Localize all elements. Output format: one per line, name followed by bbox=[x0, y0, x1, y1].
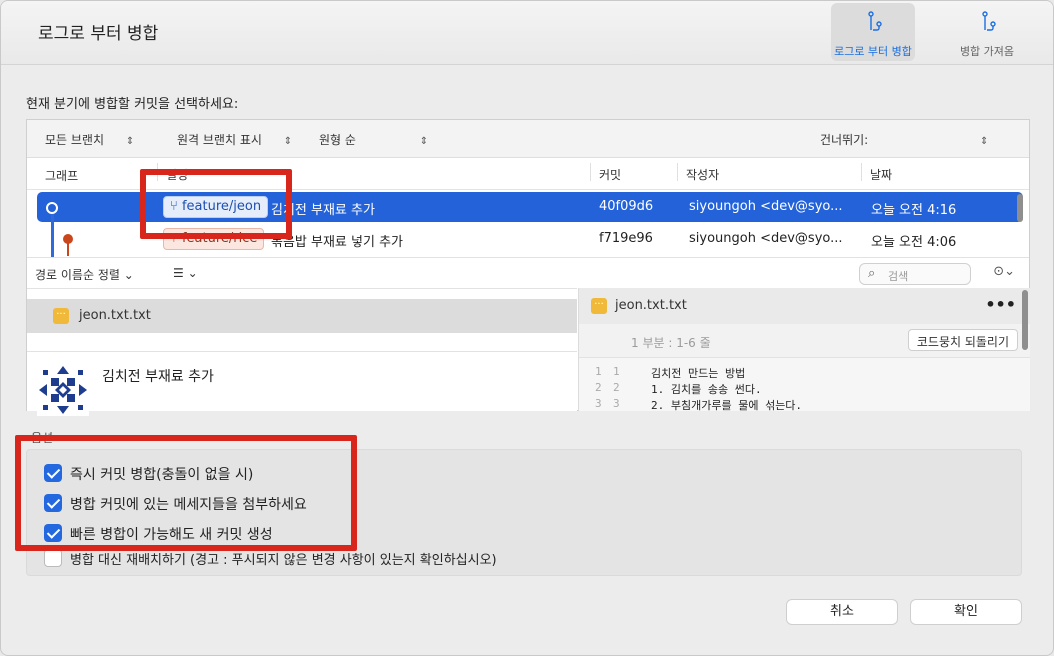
commit-message: 볶음밥 부재료 넣기 추가 bbox=[271, 235, 403, 250]
diff-scrollbar[interactable] bbox=[1022, 290, 1028, 350]
file-list: ··· jeon.txt.txt 김치전 부재료 추가 bbox=[27, 288, 577, 416]
code-line: 3 3 2. 부침개가루를 물에 섞는다. bbox=[579, 396, 1030, 411]
chevron-down-icon: ⌄ bbox=[187, 266, 198, 280]
filter-bar: 모든 브랜치 ⇕ 원격 브랜치 표시 ⇕ 원형 순 ⇕ 건너뛰기: ⇕ bbox=[27, 120, 1029, 158]
code-text: 1. 김치를 송송 썬다. bbox=[651, 383, 762, 396]
chevron-down-icon: ⌄ bbox=[123, 268, 134, 282]
tab-merge-fetch-label: 병합 가져옴 bbox=[959, 45, 1015, 58]
commit-date: 오늘 오전 4:06 bbox=[871, 235, 957, 250]
commit-detail-message: 김치전 부재료 추가 bbox=[102, 369, 214, 385]
search-input[interactable]: ⌕ 검색 bbox=[859, 263, 971, 285]
code-line: 2 2 1. 김치를 송송 썬다. bbox=[579, 380, 1030, 396]
skip-label: 건너뛰기: bbox=[820, 133, 869, 147]
commit-hash: 40f09d6 bbox=[599, 199, 654, 214]
col-graph[interactable]: 그래프 bbox=[45, 167, 78, 184]
chevron-updown-icon: ⇕ bbox=[283, 136, 293, 147]
highlight-box-options bbox=[15, 435, 357, 551]
avatar bbox=[37, 364, 89, 416]
new-line-number: 2 bbox=[613, 381, 620, 394]
more-options-button[interactable]: ⊙⌄ bbox=[993, 264, 1015, 279]
file-modified-icon: ··· bbox=[53, 308, 69, 324]
option-label: 병합 대신 재배치하기 (경고 : 푸시되지 않은 변경 사항이 있는지 확인하… bbox=[70, 553, 497, 568]
commit-author: siyoungoh <dev@syo... bbox=[689, 199, 843, 214]
all-branches-label: 모든 브랜치 bbox=[45, 133, 105, 147]
show-remote-label: 원격 브랜치 표시 bbox=[177, 133, 262, 147]
col-commit[interactable]: 커밋 bbox=[590, 163, 621, 182]
ellipsis-circle-icon: ⊙⌄ bbox=[993, 264, 1015, 279]
merge-log-icon bbox=[868, 11, 882, 31]
tab-merge-from-log[interactable]: 로그로 부터 병합 bbox=[831, 3, 915, 61]
diff-pane: ··· jeon.txt.txt ••• 1 부분 : 1-6 줄 코드뭉치 되… bbox=[578, 288, 1030, 411]
old-line-number: 3 bbox=[595, 397, 602, 410]
tab-merge-from-log-label: 로그로 부터 병합 bbox=[834, 45, 912, 58]
new-line-number: 1 bbox=[613, 365, 620, 378]
list-view-button[interactable]: ☰ ⌄ bbox=[173, 266, 198, 280]
commit-list-scrollbar[interactable] bbox=[1017, 194, 1023, 222]
sort-bar: 경로 이름순 정렬 ⌄ ☰ ⌄ ⌕ 검색 ⊙⌄ bbox=[27, 257, 1029, 287]
list-icon: ☰ bbox=[173, 266, 184, 280]
file-modified-icon: ··· bbox=[591, 298, 607, 314]
order-label: 원형 순 bbox=[319, 133, 356, 147]
graph-node bbox=[46, 202, 58, 214]
chevron-updown-icon: ⇕ bbox=[980, 136, 989, 147]
commit-panel: 모든 브랜치 ⇕ 원격 브랜치 표시 ⇕ 원형 순 ⇕ 건너뛰기: ⇕ 그래프 … bbox=[26, 119, 1030, 416]
col-author[interactable]: 작성자 bbox=[677, 163, 719, 182]
cancel-button[interactable]: 취소 bbox=[786, 599, 898, 625]
chevron-updown-icon: ⇕ bbox=[419, 136, 429, 147]
order-select[interactable]: 원형 순 ⇕ bbox=[319, 131, 428, 148]
merge-dialog: 로그로 부터 병합 로그로 부터 병합 병합 가져옴 현재 분기에 병합할 커밋… bbox=[0, 0, 1054, 656]
revert-hunk-button[interactable]: 코드뭉치 되돌리기 bbox=[907, 329, 1018, 351]
file-item[interactable]: ··· jeon.txt.txt bbox=[27, 299, 577, 333]
commit-author: siyoungoh <dev@syo... bbox=[689, 231, 843, 246]
old-line-number: 2 bbox=[595, 381, 602, 394]
ok-button[interactable]: 확인 bbox=[910, 599, 1022, 625]
diff-header: ··· jeon.txt.txt ••• bbox=[579, 288, 1030, 324]
highlight-box-branch bbox=[140, 169, 292, 239]
code-line: 1 1 김치전 만드는 방법 bbox=[579, 364, 1030, 380]
old-line-number: 1 bbox=[595, 365, 602, 378]
code-text: 2. 부침개가루를 물에 섞는다. bbox=[651, 399, 803, 411]
commit-message: 김치전 부재료 추가 bbox=[271, 203, 375, 218]
show-remote-select[interactable]: 원격 브랜치 표시 ⇕ bbox=[177, 131, 292, 148]
title-bar: 로그로 부터 병합 로그로 부터 병합 병합 가져옴 bbox=[1, 1, 1053, 65]
search-placeholder: 검색 bbox=[888, 270, 909, 283]
commit-info: 김치전 부재료 추가 bbox=[27, 351, 577, 416]
col-date[interactable]: 날짜 bbox=[861, 163, 892, 182]
checkbox[interactable] bbox=[44, 549, 62, 567]
graph-branch-line bbox=[67, 242, 69, 256]
file-name: jeon.txt.txt bbox=[79, 308, 151, 323]
merge-fetch-icon bbox=[982, 11, 996, 31]
commit-hash: f719e96 bbox=[599, 231, 653, 246]
tab-merge-fetch[interactable]: 병합 가져옴 bbox=[945, 3, 1029, 61]
search-icon: ⌕ bbox=[868, 266, 876, 281]
new-line-number: 3 bbox=[613, 397, 620, 410]
code-text: 김치전 만드는 방법 bbox=[651, 367, 746, 380]
hunk-label: 1 부분 : 1-6 줄 bbox=[631, 336, 711, 350]
sort-select[interactable]: 경로 이름순 정렬 ⌄ bbox=[35, 266, 134, 283]
graph-node bbox=[63, 234, 73, 244]
hunk-header: 1 부분 : 1-6 줄 코드뭉치 되돌리기 bbox=[579, 324, 1030, 358]
window-title: 로그로 부터 병합 bbox=[38, 24, 159, 44]
all-branches-select[interactable]: 모든 브랜치 ⇕ bbox=[45, 131, 134, 148]
sort-label: 경로 이름순 정렬 bbox=[35, 268, 120, 282]
instruction-text: 현재 분기에 병합할 커밋을 선택하세요: bbox=[26, 97, 239, 112]
more-icon[interactable]: ••• bbox=[985, 295, 1016, 314]
skip-select[interactable]: 건너뛰기: ⇕ bbox=[820, 131, 988, 148]
commit-date: 오늘 오전 4:16 bbox=[871, 203, 957, 218]
chevron-updown-icon: ⇕ bbox=[125, 136, 135, 147]
diff-filename: jeon.txt.txt bbox=[615, 298, 687, 313]
